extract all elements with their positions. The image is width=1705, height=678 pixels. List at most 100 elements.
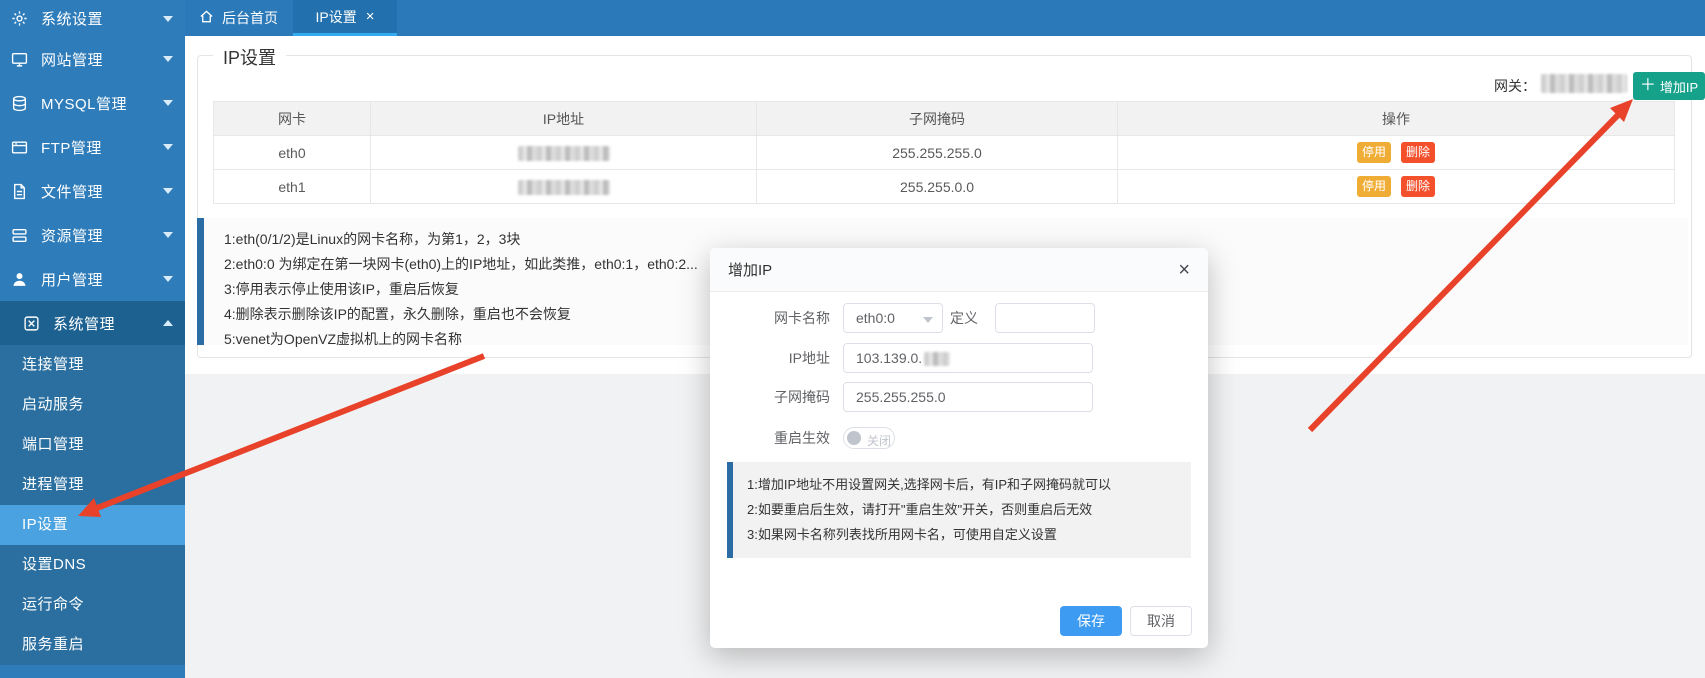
ip-address-value: 103.139.0. <box>856 350 922 366</box>
tab-home[interactable]: 后台首页 <box>199 0 278 36</box>
sidebar-item-label: 系统设置 <box>41 8 163 29</box>
sidebar-item-processes[interactable]: 进程管理 <box>0 465 185 505</box>
sidebar-item-files[interactable]: 文件管理 <box>0 169 185 213</box>
dialog-help-notes-box: 1:增加IP地址不用设置网关,选择网卡后，有IP和子网掩码就可以 2:如要重启后… <box>727 462 1191 558</box>
cancel-button[interactable]: 取消 <box>1130 606 1192 636</box>
save-button[interactable]: 保存 <box>1060 606 1122 636</box>
toggle-state-label: 关闭 <box>867 432 891 449</box>
col-header-nic: 网卡 <box>214 102 371 136</box>
note-line: 1:增加IP地址不用设置网关,选择网卡后，有IP和子网掩码就可以 <box>747 472 1191 497</box>
sidebar-item-label: FTP管理 <box>41 137 163 158</box>
dialog-title: 增加IP <box>728 259 772 280</box>
subnet-mask-input[interactable]: 255.255.255.0 <box>843 382 1093 412</box>
sidebar-item-system-management[interactable]: 系统管理 <box>0 301 185 345</box>
sidebar-item-run-command[interactable]: 运行命令 <box>0 585 185 625</box>
dialog-header: 增加IP × <box>710 248 1208 292</box>
ip-cell-masked <box>371 136 757 170</box>
gear-icon <box>10 10 28 28</box>
chevron-down-icon <box>163 100 173 106</box>
add-ip-button-label: 增加IP <box>1660 77 1698 96</box>
toggle-knob <box>847 431 861 445</box>
sidebar-item-label: 网站管理 <box>41 49 163 70</box>
system-icon <box>22 314 40 332</box>
tab-bar: 后台首页 IP设置 × <box>185 0 1705 36</box>
chevron-down-icon <box>163 188 173 194</box>
chevron-down-icon <box>923 317 933 323</box>
nic-select-value: eth0:0 <box>856 310 895 326</box>
chevron-down-icon <box>163 232 173 238</box>
custom-label: 定义 <box>950 303 978 333</box>
note-line: 2:如要重启后生效，请打开"重启生效"开关，否则重启后无效 <box>747 497 1191 522</box>
masked-ip-value <box>518 180 610 195</box>
nic-select[interactable]: eth0:0 <box>843 303 943 333</box>
subnet-mask-label: 子网掩码 <box>710 382 830 412</box>
restart-toggle[interactable]: 关闭 <box>843 427 895 449</box>
sidebar-item-label: 用户管理 <box>41 269 163 290</box>
masked-ip-value <box>518 146 610 161</box>
actions-cell: 停用 删除 <box>1118 136 1675 170</box>
chevron-down-icon <box>163 276 173 282</box>
sidebar-item-mysql[interactable]: MYSQL管理 <box>0 81 185 125</box>
database-icon <box>10 94 28 112</box>
delete-button[interactable]: 删除 <box>1401 142 1435 162</box>
user-icon <box>10 270 28 288</box>
tab-ip-settings[interactable]: IP设置 × <box>293 0 397 36</box>
chevron-down-icon <box>163 56 173 62</box>
tab-home-label: 后台首页 <box>222 8 278 28</box>
mask-cell: 255.255.0.0 <box>757 170 1118 204</box>
tab-ip-settings-label: IP设置 <box>316 7 357 27</box>
monitor-icon <box>10 50 28 68</box>
close-icon[interactable]: × <box>1178 260 1190 280</box>
sidebar-item-system-settings[interactable]: 系统设置 <box>0 0 185 37</box>
custom-input[interactable] <box>995 303 1095 333</box>
ip-address-label: IP地址 <box>710 343 830 373</box>
plus-icon: ＋ <box>1640 78 1656 94</box>
page-title: IP设置 <box>213 44 286 70</box>
ip-table: 网卡 IP地址 子网掩码 操作 eth0 255.255.255.0 停用 删除… <box>213 101 1675 204</box>
chevron-up-icon <box>163 320 173 326</box>
sidebar-item-connections[interactable]: 连接管理 <box>0 345 185 385</box>
gateway-label: 网关： <box>1494 76 1536 96</box>
chevron-down-icon <box>163 144 173 150</box>
sidebar-item-dns[interactable]: 设置DNS <box>0 545 185 585</box>
ip-address-input[interactable]: 103.139.0. <box>843 343 1093 373</box>
sidebar-submenu: 连接管理 启动服务 端口管理 进程管理 IP设置 设置DNS 运行命令 服务重启 <box>0 345 185 665</box>
sidebar-item-ports[interactable]: 端口管理 <box>0 425 185 465</box>
stop-button[interactable]: 停用 <box>1357 176 1391 196</box>
stop-button[interactable]: 停用 <box>1357 142 1391 162</box>
nic-cell: eth1 <box>214 170 371 204</box>
sidebar-item-ip-settings[interactable]: IP设置 <box>0 505 185 545</box>
sidebar-item-label: 系统管理 <box>53 313 163 334</box>
col-header-actions: 操作 <box>1118 102 1675 136</box>
mask-cell: 255.255.255.0 <box>757 136 1118 170</box>
sidebar-item-service-restart[interactable]: 服务重启 <box>0 625 185 665</box>
col-header-mask: 子网掩码 <box>757 102 1118 136</box>
sidebar-item-label: MYSQL管理 <box>41 93 163 114</box>
table-header-row: 网卡 IP地址 子网掩码 操作 <box>214 102 1675 136</box>
sidebar-item-ftp[interactable]: FTP管理 <box>0 125 185 169</box>
sidebar-item-label: 文件管理 <box>41 181 163 202</box>
close-icon[interactable]: × <box>366 9 375 24</box>
home-icon <box>199 9 214 27</box>
add-ip-button[interactable]: ＋ 增加IP <box>1633 72 1705 100</box>
sidebar-item-resources[interactable]: 资源管理 <box>0 213 185 257</box>
sidebar-item-start-services[interactable]: 启动服务 <box>0 385 185 425</box>
resource-icon <box>10 226 28 244</box>
table-row: eth1 255.255.0.0 停用 删除 <box>214 170 1675 204</box>
nic-cell: eth0 <box>214 136 371 170</box>
delete-button[interactable]: 删除 <box>1401 176 1435 196</box>
sidebar-item-users[interactable]: 用户管理 <box>0 257 185 301</box>
sidebar: 系统设置 网站管理 MYSQL管理 FTP管理 文件管理 资源管理 <box>0 0 185 678</box>
sidebar-item-website[interactable]: 网站管理 <box>0 37 185 81</box>
chevron-down-icon <box>163 16 173 22</box>
sidebar-item-label: 资源管理 <box>41 225 163 246</box>
col-header-ip: IP地址 <box>371 102 757 136</box>
actions-cell: 停用 删除 <box>1118 170 1675 204</box>
masked-ip-tail <box>924 352 950 366</box>
nic-name-label: 网卡名称 <box>710 303 830 333</box>
ftp-icon <box>10 138 28 156</box>
ip-cell-masked <box>371 170 757 204</box>
file-icon <box>10 182 28 200</box>
gateway-value-masked <box>1541 74 1627 93</box>
note-line: 3:如果网卡名称列表找所用网卡名，可使用自定义设置 <box>747 522 1191 547</box>
